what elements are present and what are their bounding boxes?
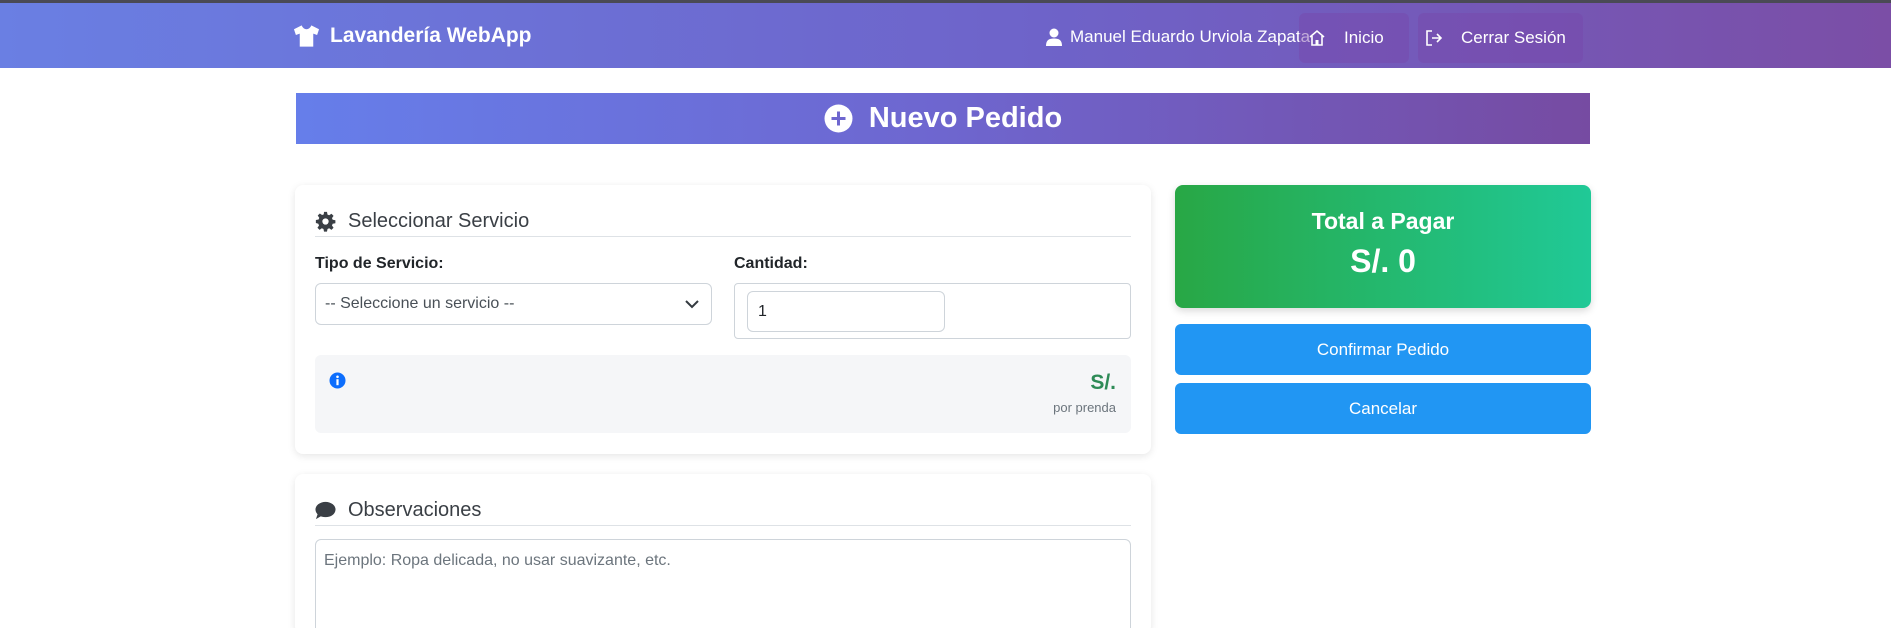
total-amount: S/. 0 xyxy=(1350,243,1416,279)
service-card-header: Seleccionar Servicio xyxy=(315,207,1131,237)
observations-card-header: Observaciones xyxy=(315,496,1131,526)
brand-name: Lavandería WebApp xyxy=(330,24,532,47)
unit-price-label: por prenda xyxy=(1053,400,1116,415)
home-button[interactable]: Inicio xyxy=(1299,13,1409,63)
user-name: Manuel Eduardo Urviola Zapata xyxy=(1070,27,1311,46)
home-label: Inicio xyxy=(1344,28,1384,47)
total-card: Total a Pagar S/. 0 xyxy=(1175,185,1591,308)
current-user: Manuel Eduardo Urviola Zapata xyxy=(1046,27,1310,47)
plus-circle-icon xyxy=(824,104,853,133)
service-select-value: -- Seleccione un servicio -- xyxy=(325,295,515,312)
cancel-button[interactable]: Cancelar xyxy=(1175,383,1591,434)
user-icon xyxy=(1046,28,1062,46)
home-icon xyxy=(1309,29,1325,46)
tshirt-icon xyxy=(293,25,320,47)
top-navbar: Lavandería WebApp Manuel Eduardo Urviola… xyxy=(0,0,1891,68)
logout-label: Cerrar Sesión xyxy=(1461,28,1566,47)
quantity-group: 1 xyxy=(734,283,1131,339)
service-price-info: S/. por prenda xyxy=(315,355,1131,433)
observations-card: Observaciones Ejemplo: Ropa delicada, no… xyxy=(295,474,1151,628)
quantity-input[interactable]: 1 xyxy=(747,291,945,332)
logout-button[interactable]: Cerrar Sesión xyxy=(1418,13,1583,63)
confirm-order-button[interactable]: Confirmar Pedido xyxy=(1175,324,1591,375)
sign-out-icon xyxy=(1426,30,1443,46)
service-card: Seleccionar Servicio Tipo de Servicio: -… xyxy=(295,185,1151,454)
unit-price: S/. xyxy=(1090,371,1116,394)
page-title: Nuevo Pedido xyxy=(868,102,1063,134)
quantity-label: Cantidad: xyxy=(734,255,808,272)
observations-card-title: Observaciones xyxy=(348,499,482,521)
service-type-select[interactable]: -- Seleccione un servicio -- xyxy=(315,283,712,325)
page-header: Nuevo Pedido xyxy=(296,93,1590,144)
total-label: Total a Pagar xyxy=(1311,208,1455,234)
service-card-title: Seleccionar Servicio xyxy=(348,210,530,232)
info-circle-icon xyxy=(329,372,346,389)
comment-icon xyxy=(315,501,336,520)
observations-textarea[interactable]: Ejemplo: Ropa delicada, no usar suavizan… xyxy=(315,539,1131,628)
service-type-label: Tipo de Servicio: xyxy=(315,255,444,272)
chevron-down-icon xyxy=(685,300,699,309)
gear-icon xyxy=(315,211,336,232)
brand[interactable]: Lavandería WebApp xyxy=(293,24,532,48)
